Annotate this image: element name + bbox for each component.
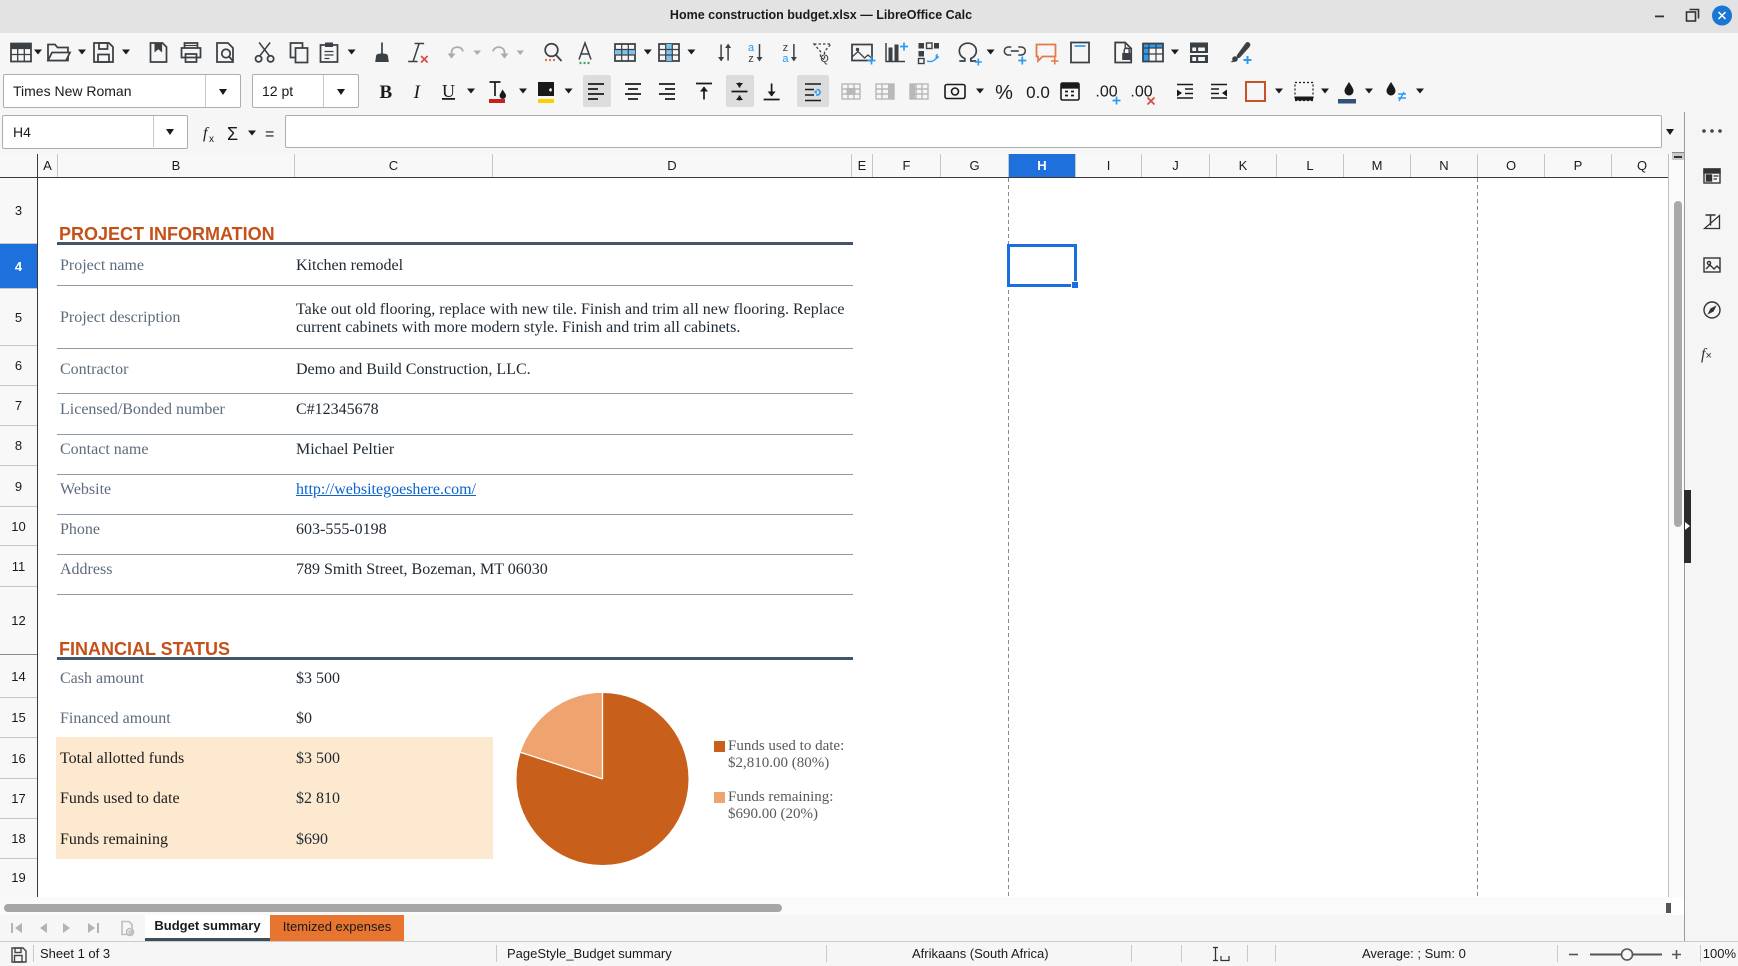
svg-text:.00: .00 xyxy=(1130,84,1152,101)
svg-text:0.0: 0.0 xyxy=(1026,83,1050,102)
svg-text:U: U xyxy=(442,81,455,101)
svg-text:x: x xyxy=(209,134,214,145)
svg-text:B: B xyxy=(379,82,392,103)
svg-text:a: a xyxy=(782,53,789,65)
svg-text:Q: Q xyxy=(820,53,829,65)
svg-text:Σ: Σ xyxy=(227,124,238,144)
svg-text:=: = xyxy=(265,126,274,143)
svg-text:.00: .00 xyxy=(1095,84,1117,101)
svg-text:%: % xyxy=(995,82,1013,104)
svg-text:I: I xyxy=(413,82,422,103)
svg-text:z: z xyxy=(748,53,754,65)
